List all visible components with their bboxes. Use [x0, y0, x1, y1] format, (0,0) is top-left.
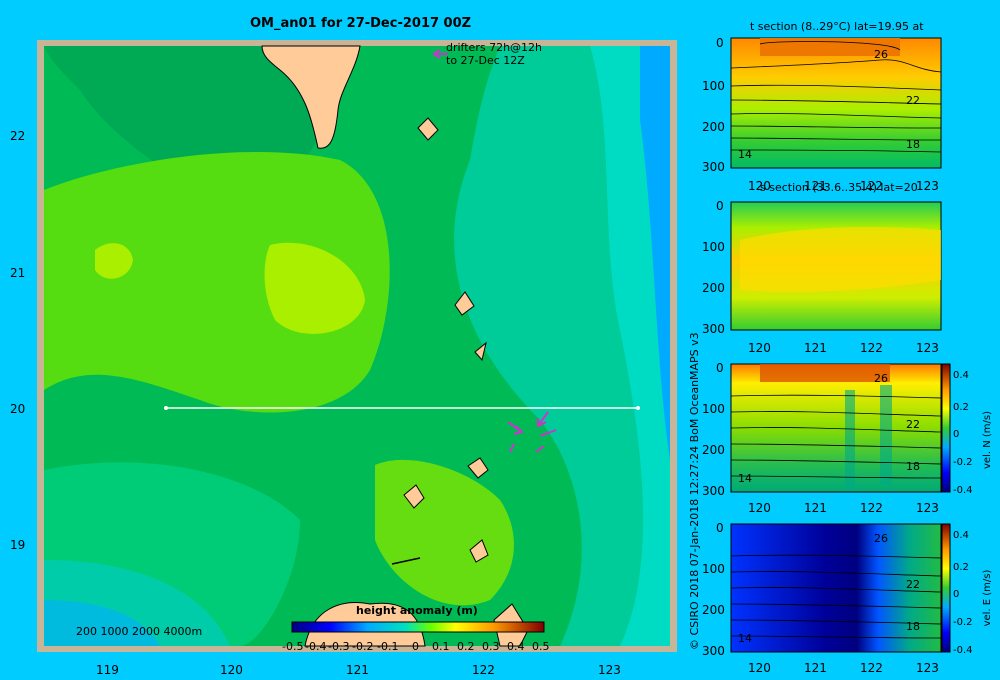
colorbar-bar — [941, 363, 951, 493]
colorbar-tick: 0 — [953, 429, 959, 440]
x-tick-label: 120 — [220, 663, 243, 677]
contour-label: 26 — [874, 372, 888, 385]
drifters-line1: drifters 72h@12h — [446, 41, 543, 54]
contour-label: 22 — [906, 94, 920, 107]
colorbar-tick: 0.2 — [953, 402, 969, 413]
salinity-core — [740, 227, 941, 292]
x-tick-label: 123 — [916, 341, 939, 355]
contour-label: 14 — [738, 148, 752, 161]
colorbar-tick: -0.1 — [377, 640, 398, 653]
y-tick-label: 200 — [702, 281, 725, 295]
s-section-panel — [730, 201, 942, 331]
t-section-panel: 26 22 18 14 — [730, 37, 942, 169]
contour-label: 14 — [738, 632, 752, 645]
y-tick-label: 300 — [702, 484, 725, 498]
y-tick-label: 19 — [10, 538, 25, 552]
colorbar-tick: -0.2 — [352, 640, 373, 653]
colorbar-tick: 0.4 — [953, 530, 969, 541]
vel-n-panel: 26 22 18 14 — [730, 363, 942, 493]
main-map — [37, 40, 677, 652]
y-tick-label: 20 — [10, 402, 25, 416]
x-tick-label: 122 — [472, 663, 495, 677]
contour-label: 18 — [906, 138, 920, 151]
colorbar-tick: 0.4 — [953, 370, 969, 381]
depth-legend: 200 1000 2000 4000m — [76, 625, 203, 638]
y-tick-label: 0 — [716, 521, 724, 535]
contour-label: 18 — [906, 620, 920, 633]
velocity-band — [845, 390, 855, 490]
x-tick-label: 119 — [96, 663, 119, 677]
contour-label: 26 — [874, 48, 888, 61]
y-tick-label: 100 — [702, 240, 725, 254]
x-tick-label: 121 — [804, 661, 827, 675]
y-tick-label: 0 — [716, 36, 724, 50]
colorbar-tick: 0.2 — [953, 562, 969, 573]
colorbar-tick: 0 — [412, 640, 419, 653]
y-tick-label: 300 — [702, 644, 725, 658]
y-tick-label: 100 — [702, 79, 725, 93]
x-tick-label: 120 — [748, 341, 771, 355]
colorbar-tick: -0.5 — [282, 640, 303, 653]
x-tick-label: 121 — [804, 501, 827, 515]
x-tick-label: 123 — [916, 661, 939, 675]
vel-e-label: vel. E (m/s) — [982, 569, 993, 626]
y-tick-label: 200 — [702, 603, 725, 617]
velocity-band — [880, 385, 892, 485]
x-tick-label: 121 — [346, 663, 369, 677]
colorbar-tick: -0.2 — [953, 457, 973, 468]
y-tick-label: 100 — [702, 562, 725, 576]
vel-n-colorbar: 0.4 0.2 0 -0.2 -0.4 vel. N (m/s) — [941, 363, 993, 496]
figure-canvas: 119 120 121 122 123 22 21 20 19 -0.5 -0.… — [10, 36, 993, 677]
y-tick-label: 21 — [10, 266, 25, 280]
x-tick-label: 123 — [916, 179, 939, 193]
y-tick-label: 0 — [716, 361, 724, 375]
contour-label: 22 — [906, 418, 920, 431]
colorbar-tick: 0.4 — [507, 640, 525, 653]
section-line-start — [164, 406, 168, 410]
colorbar-title: height anomaly (m) — [356, 604, 478, 617]
contour-label: 26 — [874, 532, 888, 545]
y-tick-label: 200 — [702, 443, 725, 457]
colorbar-bar — [941, 523, 951, 653]
t-section-title: t section (8..29°C) lat=19.95 at — [750, 20, 924, 33]
drifters-line2: to 27-Dec 12Z — [446, 54, 525, 67]
drifters-legend: drifters 72h@12h to 27-Dec 12Z — [446, 41, 542, 67]
y-tick-label: 200 — [702, 120, 725, 134]
s-section-title: s section (33.6..35.4) lat=20 — [760, 181, 918, 194]
x-tick-label: 123 — [916, 501, 939, 515]
colorbar-ticks: -0.5 -0.4 -0.3 -0.2 -0.1 0 0.1 0.2 0.3 0… — [282, 640, 550, 653]
colorbar-tick: -0.4 — [305, 640, 326, 653]
colorbar-tick: 0 — [953, 589, 959, 600]
x-tick-label: 120 — [748, 501, 771, 515]
x-tick-label: 122 — [860, 501, 883, 515]
y-tick-label: 100 — [702, 402, 725, 416]
contour-label: 14 — [738, 472, 752, 485]
contour-label: 18 — [906, 460, 920, 473]
colorbar-tick: -0.2 — [953, 617, 973, 628]
x-tick-label: 122 — [860, 341, 883, 355]
colorbar-tick: 0.1 — [432, 640, 450, 653]
vel-e-panel: 26 22 18 14 — [730, 523, 942, 653]
vel-e-colorbar: 0.4 0.2 0 -0.2 -0.4 vel. E (m/s) — [941, 523, 993, 656]
colorbar-tick: 0.5 — [532, 640, 550, 653]
warm-core — [760, 364, 890, 382]
credit-text: © CSIRO 2018 07-Jan-2018 12:27:24 BoM Oc… — [688, 332, 701, 650]
x-tick-label: 121 — [804, 341, 827, 355]
y-tick-label: 0 — [716, 199, 724, 213]
colorbar-tick: 0.2 — [457, 640, 475, 653]
y-tick-label: 22 — [10, 129, 25, 143]
colorbar-tick: 0.3 — [482, 640, 500, 653]
contour-label: 22 — [906, 578, 920, 591]
colorbar-tick: -0.4 — [953, 645, 973, 656]
x-tick-label: 122 — [860, 661, 883, 675]
colorbar-tick: -0.4 — [953, 485, 973, 496]
x-tick-label: 120 — [748, 661, 771, 675]
vel-n-label: vel. N (m/s) — [982, 411, 993, 469]
section-line-end — [636, 406, 640, 410]
y-tick-label: 300 — [702, 160, 725, 174]
y-tick-label: 300 — [702, 322, 725, 336]
colorbar-bar — [291, 621, 545, 633]
x-tick-label: 123 — [598, 663, 621, 677]
colorbar-tick: -0.3 — [328, 640, 349, 653]
